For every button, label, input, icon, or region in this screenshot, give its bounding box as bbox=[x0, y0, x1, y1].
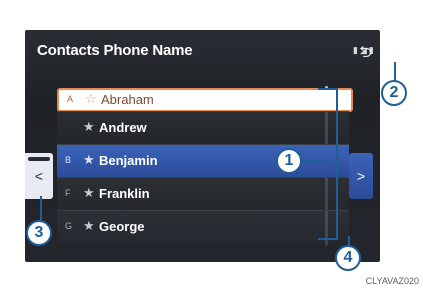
contact-name: Abraham bbox=[101, 92, 154, 107]
star-icon[interactable]: ★ bbox=[83, 152, 95, 168]
star-icon[interactable]: ☆ bbox=[85, 91, 97, 107]
contact-name: George bbox=[99, 219, 145, 234]
index-letter: A bbox=[67, 94, 74, 104]
contact-name: Franklin bbox=[99, 186, 150, 201]
index-letter: G bbox=[65, 221, 73, 231]
image-code: CLYAVAZ020 bbox=[365, 276, 419, 286]
back-arrow-icon[interactable]: ⮌ bbox=[359, 41, 372, 68]
callout-2-label: 2 bbox=[389, 84, 399, 101]
tab-grip-icon bbox=[28, 157, 50, 161]
index-letter: B bbox=[65, 155, 72, 165]
star-icon[interactable]: ★ bbox=[83, 119, 95, 135]
chevron-right-icon: > bbox=[356, 168, 366, 184]
right-scroll-tab[interactable]: > bbox=[349, 153, 373, 199]
chevron-left-icon: < bbox=[34, 168, 44, 184]
callout-4: 4 bbox=[335, 245, 361, 271]
callout-line-2 bbox=[394, 62, 396, 82]
list-item[interactable]: A ☆ Abraham bbox=[57, 88, 353, 112]
index-letter: F bbox=[65, 188, 71, 198]
callout-4-label: 4 bbox=[343, 249, 353, 266]
list-item[interactable]: F ★ Franklin bbox=[57, 177, 349, 210]
contact-name: Benjamin bbox=[99, 153, 158, 168]
star-icon[interactable]: ★ bbox=[83, 218, 95, 234]
star-icon[interactable]: ★ bbox=[83, 185, 95, 201]
page-title: Contacts Phone Name bbox=[37, 42, 193, 59]
callout-1: 1 bbox=[276, 148, 302, 174]
list-item[interactable]: G ★ George bbox=[57, 210, 349, 243]
left-scroll-tab[interactable]: < bbox=[25, 153, 53, 199]
callout-line-1 bbox=[300, 160, 330, 162]
callout-1-label: 1 bbox=[284, 152, 294, 169]
callout-line-3 bbox=[40, 196, 42, 222]
contact-name: Andrew bbox=[99, 120, 147, 135]
callout-2: 2 bbox=[381, 80, 407, 106]
callout-3: 3 bbox=[26, 220, 52, 246]
contacts-list: A ☆ Abraham ★ Andrew B ★ Benjamin F ★ Fr… bbox=[57, 87, 353, 243]
list-item[interactable]: ★ Andrew bbox=[57, 111, 349, 144]
header: Contacts Phone Name ▮◢▮ ⮌ bbox=[25, 30, 380, 76]
callout-bracket-1 bbox=[318, 88, 338, 240]
callout-3-label: 3 bbox=[34, 224, 44, 241]
